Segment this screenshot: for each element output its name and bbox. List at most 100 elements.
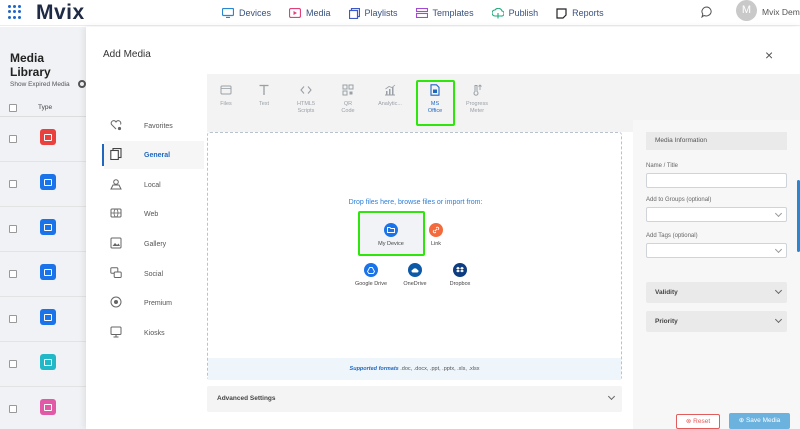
user-name[interactable]: Mvix Demo: [762, 7, 800, 17]
media-information-title: Media Information: [646, 132, 787, 150]
nav-media-label: Media: [306, 8, 331, 18]
playlist-icon: [348, 7, 360, 19]
menu-general[interactable]: General: [102, 141, 204, 169]
select-all-checkbox[interactable]: [9, 104, 17, 112]
my-device-highlight: [358, 211, 425, 256]
supported-formats-value: .doc, .docx, .ppt, .pptx, .xls, .xlsx: [400, 366, 480, 372]
library-row[interactable]: [0, 162, 86, 207]
nav-playlists-label: Playlists: [364, 8, 398, 18]
type-tab-analytics-label: Analytic...: [378, 101, 402, 107]
chevron-down-icon: [607, 392, 616, 401]
media-type-icon: [40, 219, 56, 235]
row-checkbox[interactable]: [9, 405, 17, 413]
row-checkbox[interactable]: [9, 270, 17, 278]
nav-reports-label: Reports: [572, 8, 604, 18]
library-row[interactable]: [0, 252, 86, 297]
thermometer-icon: [473, 84, 482, 96]
menu-favorites-label: Favorites: [144, 122, 173, 130]
supported-formats: Supported formats .doc, .docx, .ppt, .pp…: [208, 358, 621, 380]
menu-favorites[interactable]: Favorites: [104, 112, 204, 140]
type-tab-files[interactable]: Files: [207, 84, 245, 108]
type-tab-progress-meter[interactable]: Progress Meter: [458, 84, 496, 115]
groups-select[interactable]: [646, 207, 787, 222]
save-media-button[interactable]: ⊕ Save Media: [729, 413, 790, 429]
name-title-label: Name / Title: [646, 163, 679, 169]
save-media-button-label: Save Media: [745, 417, 781, 424]
media-library-panel: Media Library Show Expired Media Type: [0, 27, 86, 429]
ms-office-highlight: [416, 80, 455, 126]
menu-kiosks[interactable]: Kiosks: [104, 319, 204, 347]
library-row[interactable]: [0, 387, 86, 429]
reset-button-label: Reset: [693, 418, 711, 425]
advanced-settings-label: Advanced Settings: [217, 395, 276, 402]
type-tab-qr[interactable]: QR Code: [329, 84, 367, 115]
type-tab-text[interactable]: Text: [245, 84, 283, 108]
nav-templates[interactable]: Templates: [415, 8, 474, 18]
validity-accordion[interactable]: Validity: [646, 282, 787, 303]
type-column-header: Type: [38, 104, 53, 111]
menu-local[interactable]: Local: [104, 171, 204, 199]
library-row[interactable]: [0, 117, 86, 162]
groups-label: Add to Groups (optional): [646, 197, 712, 203]
gallery-icon: [110, 237, 122, 249]
media-library-title: Media Library: [10, 51, 51, 79]
row-checkbox[interactable]: [9, 315, 17, 323]
library-table-header: Type: [0, 99, 86, 117]
menu-premium[interactable]: Premium: [104, 289, 204, 317]
nav-media[interactable]: Media: [289, 8, 331, 18]
validity-label: Validity: [655, 289, 678, 296]
name-title-input[interactable]: [646, 173, 787, 188]
nav-reports[interactable]: Reports: [556, 7, 604, 19]
media-type-icon: [40, 264, 56, 280]
source-dropbox[interactable]: Dropbox: [430, 263, 490, 287]
location-icon: [110, 179, 122, 190]
row-checkbox[interactable]: [9, 135, 17, 143]
advanced-settings-accordion[interactable]: Advanced Settings: [207, 386, 622, 412]
close-icon[interactable]: ×: [765, 48, 773, 62]
menu-social-label: Social: [144, 270, 164, 278]
media-type-icon: [40, 354, 56, 370]
menu-social[interactable]: Social: [104, 260, 204, 288]
reports-icon: [556, 7, 567, 19]
row-checkbox[interactable]: [9, 360, 17, 368]
type-tab-qr-label: QR Code: [341, 101, 355, 114]
library-row[interactable]: [0, 207, 86, 252]
nav-publish[interactable]: Publish: [491, 7, 539, 19]
show-expired-toggle[interactable]: [78, 80, 86, 88]
type-tab-html5-label: HTML5 Scripts: [296, 101, 316, 114]
source-dropbox-label: Dropbox: [449, 281, 471, 287]
drop-zone[interactable]: Drop files here, browse files or import …: [207, 132, 622, 380]
menu-general-label: General: [144, 151, 171, 159]
nav-publish-label: Publish: [508, 8, 539, 18]
library-row[interactable]: [0, 297, 86, 342]
drop-instructions: Drop files here, browse files or import …: [348, 199, 483, 206]
tags-select[interactable]: [646, 243, 787, 258]
reset-button[interactable]: ⊗ Reset: [676, 414, 720, 429]
publish-icon: [491, 7, 504, 18]
nav-templates-label: Templates: [432, 8, 474, 18]
menu-gallery[interactable]: Gallery: [104, 230, 204, 258]
library-row[interactable]: [0, 342, 86, 387]
apps-grid-icon[interactable]: [8, 5, 22, 19]
chat-icon[interactable]: [701, 6, 713, 18]
row-checkbox[interactable]: [9, 225, 17, 233]
onedrive-icon: [408, 263, 422, 277]
type-tab-analytics[interactable]: Analytic...: [371, 84, 409, 108]
type-tab-html5[interactable]: HTML5 Scripts: [287, 84, 325, 115]
globe-icon: [110, 208, 122, 218]
nav-devices[interactable]: Devices: [222, 8, 271, 18]
chevron-down-icon: [774, 286, 783, 295]
top-navigation: Mvix Devices Media Playlists Templates P…: [0, 0, 800, 26]
menu-local-label: Local: [144, 181, 161, 189]
tags-label: Add Tags (optional): [646, 233, 698, 239]
nav-playlists[interactable]: Playlists: [348, 7, 398, 19]
media-type-icon: [40, 129, 56, 145]
menu-web-label: Web: [144, 210, 159, 218]
avatar[interactable]: M: [736, 0, 757, 21]
copy-icon: [110, 148, 122, 160]
logo[interactable]: Mvix: [36, 1, 85, 25]
row-checkbox[interactable]: [9, 180, 17, 188]
menu-web[interactable]: Web: [104, 200, 204, 228]
link-icon: [429, 223, 443, 237]
priority-accordion[interactable]: Priority: [646, 311, 787, 332]
